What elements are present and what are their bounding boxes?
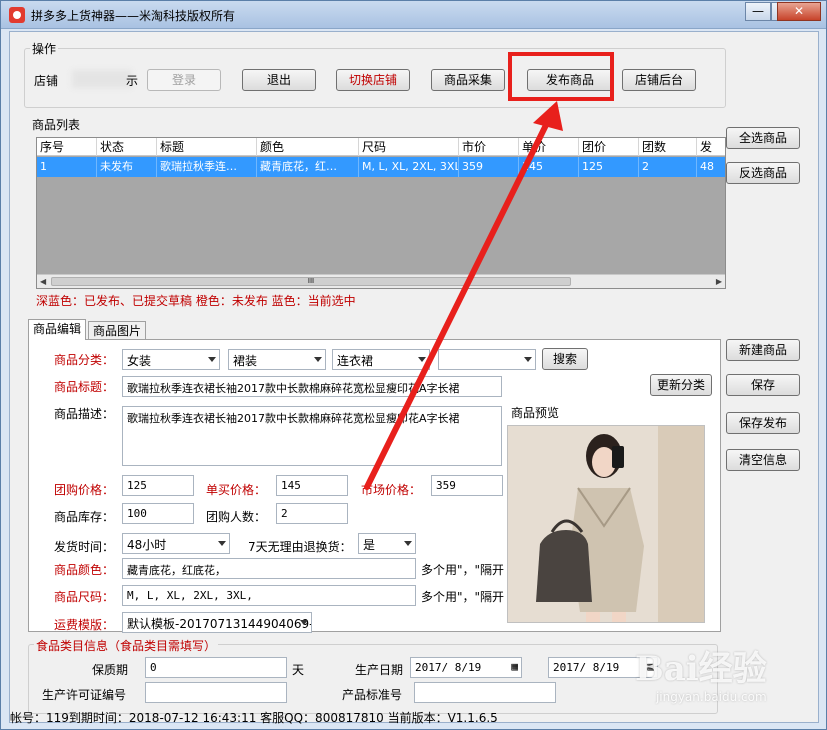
annotation-arrow [364, 101, 563, 490]
tab-product-edit[interactable]: 商品编辑 [28, 319, 86, 340]
watermark-main-text: Bai经验 [635, 649, 767, 689]
watermark-sub-text: jingyan.baidu.com [655, 690, 767, 704]
app-window: 拼多多上货神器——米淘科技版权所有 — □ ✕ 操作 店铺 示 登录 退出 切换… [0, 0, 827, 730]
baidu-watermark: Bai经验 jingyan.baidu.com [635, 641, 767, 704]
